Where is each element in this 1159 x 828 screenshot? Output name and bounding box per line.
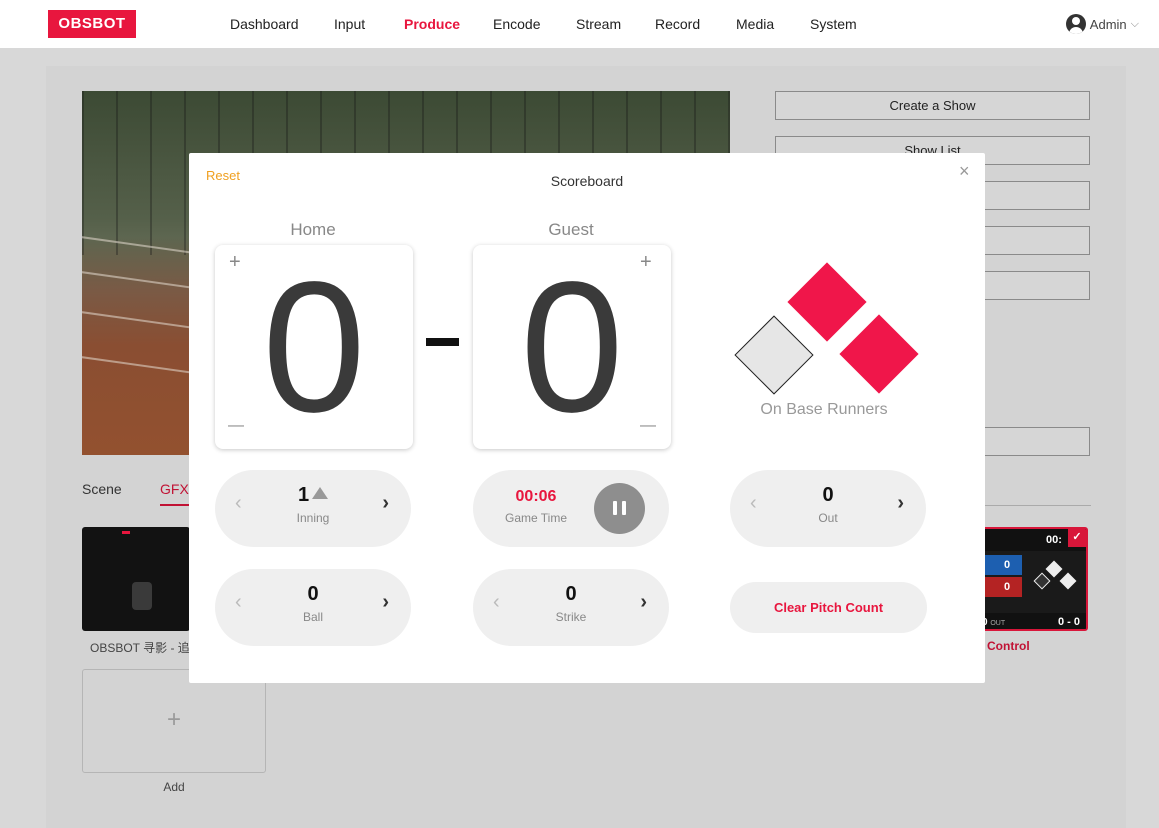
- nav-stream[interactable]: Stream: [576, 0, 621, 48]
- game-time-control: 00:06 Game Time: [473, 470, 669, 547]
- home-score: 0: [262, 244, 366, 451]
- thumb-time: 00:: [1046, 534, 1062, 546]
- ball-control: ‹ 0 Ball ›: [215, 569, 411, 646]
- chevron-down-icon: ⌵: [1130, 17, 1139, 30]
- strike-control: ‹ 0 Strike ›: [473, 569, 669, 646]
- add-label: Add: [163, 780, 185, 794]
- gfx-thumbnail-obsbot[interactable]: [82, 527, 190, 631]
- user-menu[interactable]: Admin ⌵: [1065, 14, 1139, 34]
- thumb-score: 0 - 0: [1057, 616, 1080, 628]
- nav-dashboard[interactable]: Dashboard: [230, 0, 299, 48]
- clear-pitch-count-button[interactable]: Clear Pitch Count: [730, 582, 927, 633]
- obsbot-logo[interactable]: OBSBOT: [48, 10, 136, 38]
- inning-control: ‹ 1 Inning ›: [215, 470, 411, 547]
- game-time-label: Game Time: [504, 511, 567, 525]
- thumb-guest-score: 0: [1004, 581, 1011, 593]
- nav-produce[interactable]: Produce: [404, 0, 460, 48]
- inning-top-icon[interactable]: [312, 487, 329, 499]
- first-base[interactable]: [839, 314, 919, 394]
- game-time-value: 00:06: [515, 488, 557, 505]
- nav-media[interactable]: Media: [736, 0, 774, 48]
- scoreboard-modal: Reset Scoreboard × Home 0 + — Guest 0 + …: [189, 153, 985, 683]
- guest-score-card: 0 + —: [473, 245, 671, 449]
- home-minus-icon[interactable]: —: [228, 417, 244, 435]
- ball-next-icon[interactable]: ›: [382, 591, 389, 614]
- top-nav: OBSBOT Dashboard Input Produce Encode St…: [0, 0, 1159, 48]
- tabs-divider: [975, 505, 1091, 506]
- user-avatar-icon: [1065, 14, 1086, 34]
- create-show-button[interactable]: Create a Show: [775, 91, 1090, 120]
- nav-input[interactable]: Input: [334, 0, 365, 48]
- selected-check-icon: ✓: [1068, 529, 1086, 547]
- pause-icon[interactable]: [594, 483, 645, 534]
- on-base-runners-label: On Base Runners: [760, 401, 888, 418]
- plus-icon: +: [166, 706, 181, 733]
- thumb-home-score: 0: [1004, 559, 1011, 571]
- guest-label: Guest: [548, 220, 594, 239]
- home-label: Home: [290, 220, 336, 239]
- home-score-card: 0 + —: [215, 245, 413, 449]
- scoreboard-control-label[interactable]: Control: [987, 639, 1030, 653]
- user-name: Admin: [1089, 16, 1127, 32]
- nav-record[interactable]: Record: [655, 0, 700, 48]
- tab-gfx[interactable]: GFX: [160, 481, 189, 497]
- home-plus-icon[interactable]: +: [229, 251, 241, 274]
- score-separator: [426, 338, 459, 346]
- out-next-icon[interactable]: ›: [897, 492, 904, 515]
- strike-next-icon[interactable]: ›: [640, 591, 647, 614]
- guest-minus-icon[interactable]: —: [640, 417, 656, 435]
- inning-next-icon[interactable]: ›: [382, 492, 389, 515]
- gfx-thumbnail-scoreboard[interactable]: 00: ✓ 0 0 0 OUT 0 - 0: [976, 527, 1088, 631]
- gfx-thumbnail-label: OBSBOT 寻影 - 追: [90, 641, 190, 655]
- tab-scene[interactable]: Scene: [82, 481, 122, 497]
- second-base[interactable]: [787, 262, 867, 342]
- thumb-out: 0 OUT: [982, 617, 1006, 628]
- guest-plus-icon[interactable]: +: [640, 251, 652, 274]
- nav-system[interactable]: System: [810, 0, 857, 48]
- out-control: ‹ 0 Out ›: [730, 470, 926, 547]
- close-icon[interactable]: ×: [959, 161, 970, 182]
- nav-encode[interactable]: Encode: [493, 0, 540, 48]
- tab-active-indicator: [160, 504, 190, 506]
- third-base[interactable]: [734, 315, 814, 395]
- modal-title: Scoreboard: [550, 173, 624, 189]
- add-gfx-button[interactable]: +: [82, 669, 266, 773]
